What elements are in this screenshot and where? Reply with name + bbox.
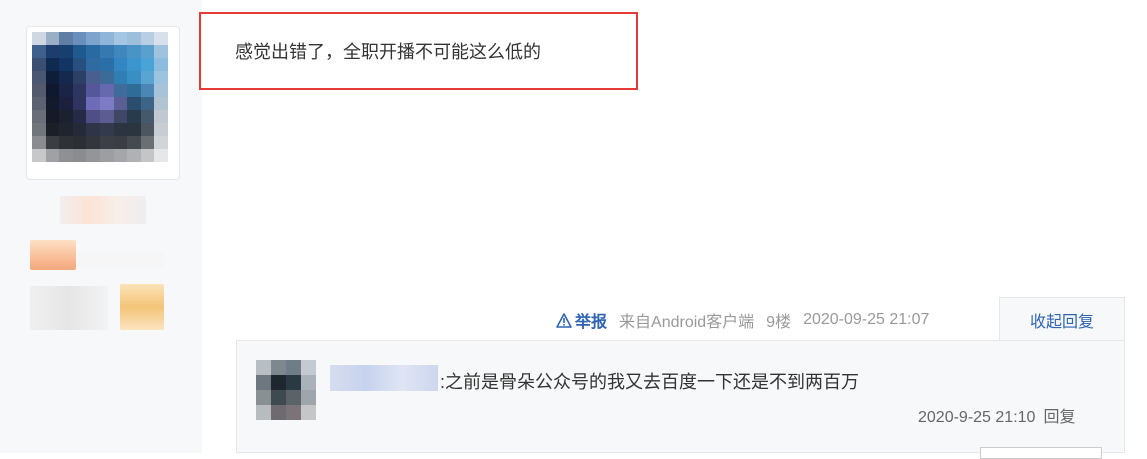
reply-panel (236, 340, 1125, 453)
author-avatar[interactable] (32, 32, 168, 162)
post-floor: 9楼 (766, 314, 792, 331)
post-meta-bar: 举报 来自Android客户端 9楼 2020-09-25 21:07 (556, 308, 929, 332)
report-label: 举报 (575, 314, 608, 331)
reply-body: :之前是骨朵公众号的我又去百度一下还是不到两百万 (440, 372, 859, 392)
post-timestamp: 2020-09-25 21:07 (803, 311, 930, 328)
author-level-text-blurred (78, 252, 164, 268)
author-honor-blurred (30, 286, 108, 330)
author-name-blurred[interactable] (60, 196, 146, 224)
highlight-annotation-box (199, 12, 638, 90)
reply-meta: 2020-9-25 21:10 回复 (918, 403, 1075, 427)
reply-input-box[interactable] (980, 447, 1102, 459)
collapse-replies-button[interactable]: 收起回复 (999, 297, 1125, 341)
author-avatar-frame[interactable] (26, 26, 180, 180)
post-source: 来自Android客户端 (619, 314, 755, 331)
report-link[interactable]: 举报 (556, 308, 607, 332)
reply-timestamp: 2020-9-25 21:10 (918, 409, 1036, 426)
author-sidebar (0, 0, 202, 453)
author-level-badge[interactable] (30, 240, 76, 270)
reply-user-avatar[interactable] (256, 360, 316, 420)
warning-triangle-icon (556, 312, 572, 328)
reply-button[interactable]: 回复 (1043, 409, 1075, 426)
reply-username-blurred[interactable] (330, 365, 438, 391)
author-honor-badge[interactable] (120, 284, 164, 330)
